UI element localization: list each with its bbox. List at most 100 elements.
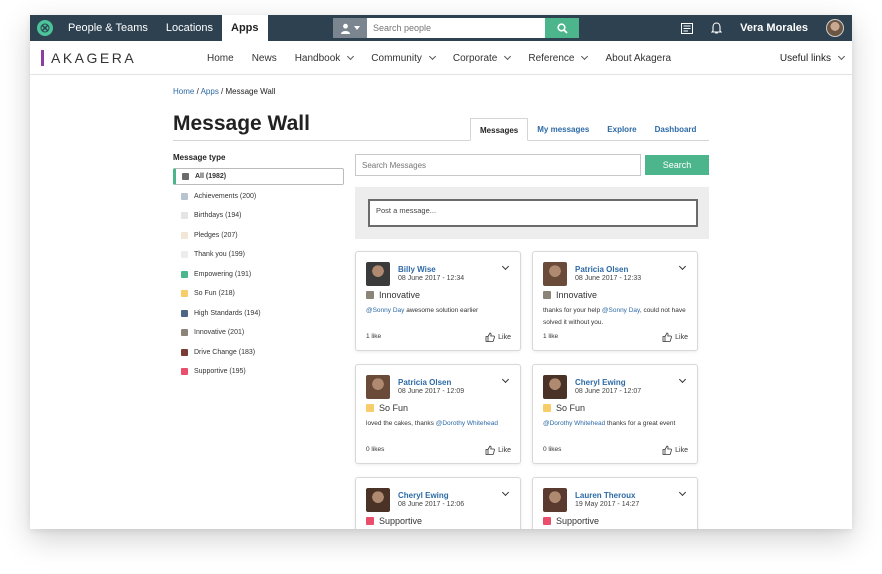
like-button[interactable]: Like (485, 445, 511, 455)
post-message-input[interactable]: Post a message... (368, 199, 698, 227)
topnav-people-teams[interactable]: People & Teams (59, 15, 157, 41)
message-text: @Sonny Day awesome solution earlier (366, 305, 514, 317)
thumbs-up-icon (485, 332, 496, 342)
chevron-down-icon[interactable] (501, 262, 510, 271)
message-date: 08 June 2017 - 12:34 (398, 275, 465, 282)
author-name[interactable]: Cheryl Ewing (398, 491, 449, 500)
nav-item-news[interactable]: News (246, 53, 283, 64)
brand-name: AKAGERA (51, 49, 137, 66)
brand-bar (41, 49, 44, 66)
search-messages-input[interactable] (355, 154, 641, 176)
filter-swatch (181, 368, 188, 375)
brand-logo[interactable]: AKAGERA (41, 49, 137, 66)
useful-links-label: Useful links (779, 52, 831, 64)
filter-swatch (181, 270, 188, 278)
author-name[interactable]: Billy Wise (398, 265, 436, 274)
filter-item[interactable]: All (1982) (173, 168, 344, 185)
search-messages-button[interactable]: Search (645, 155, 709, 175)
people-search-button[interactable] (545, 18, 579, 38)
type-label: So Fun (556, 403, 586, 413)
tab-dashboard[interactable]: Dashboard (646, 118, 706, 141)
nav-item-corporate[interactable]: Corporate (447, 53, 516, 64)
author-name[interactable]: Patricia Olsen (575, 265, 628, 274)
nav-item-label: Handbook (294, 52, 341, 64)
chevron-down-icon[interactable] (678, 488, 687, 497)
nav-item-reference[interactable]: Reference (522, 53, 593, 64)
like-button[interactable]: Like (662, 445, 688, 455)
app-logo-icon[interactable] (37, 20, 53, 36)
author-name[interactable]: Patricia Olsen (398, 378, 451, 387)
app-window: People & Teams Locations Apps Vera Moral… (30, 15, 852, 529)
filter-item[interactable]: Birthdays (194) (173, 207, 344, 224)
user-name[interactable]: Vera Morales (740, 22, 808, 34)
main-nav-items: Home News Handbook Community Corporate Refere… (201, 41, 683, 75)
nav-item-about-akagera[interactable]: About Akagera (599, 53, 677, 64)
search-type-dropdown[interactable] (333, 18, 367, 38)
top-bar: People & Teams Locations Apps Vera Moral… (30, 15, 852, 41)
nav-item-home[interactable]: Home (201, 53, 240, 64)
filter-item[interactable]: High Standards (194) (173, 305, 344, 322)
topnav-locations[interactable]: Locations (157, 15, 222, 41)
filter-item[interactable]: Achievements (200) (173, 188, 344, 205)
filter-swatch (181, 212, 188, 219)
nav-item-community[interactable]: Community (365, 53, 441, 64)
top-right-tools: Vera Morales (681, 15, 844, 41)
people-search-input[interactable] (367, 18, 545, 38)
like-label: Like (498, 446, 511, 454)
mention-link[interactable]: @Dorothy Whitehead (543, 420, 605, 427)
author-name[interactable]: Lauren Theroux (575, 491, 635, 500)
like-button[interactable]: Like (485, 332, 511, 342)
page-title: Message Wall (173, 112, 310, 135)
filter-swatch (182, 173, 189, 180)
chevron-down-icon[interactable] (501, 375, 510, 384)
type-swatch (366, 517, 374, 525)
message-text-prefix: loved the cakes, thanks (366, 420, 436, 427)
message-type: Supportive (366, 516, 422, 526)
nav-item-handbook[interactable]: Handbook (289, 53, 360, 64)
tab-my-messages[interactable]: My messages (528, 118, 598, 141)
news-icon[interactable] (681, 22, 694, 34)
author-avatar[interactable] (366, 488, 390, 512)
tab-explore[interactable]: Explore (598, 118, 645, 141)
chevron-down-icon[interactable] (678, 262, 687, 271)
author-name[interactable]: Cheryl Ewing (575, 378, 626, 387)
mention-link[interactable]: @Sonny Day (366, 307, 404, 314)
user-avatar[interactable] (826, 19, 844, 37)
type-label: Supportive (556, 516, 600, 526)
useful-links-dropdown[interactable]: Useful links (779, 41, 846, 75)
filter-item[interactable]: So Fun (218) (173, 285, 344, 302)
author-avatar[interactable] (366, 262, 390, 286)
tab-messages[interactable]: Messages (470, 118, 529, 141)
filter-item[interactable]: Innovative (201) (173, 324, 344, 341)
type-swatch (543, 404, 551, 412)
filter-item[interactable]: Drive Change (183) (173, 344, 344, 361)
message-type-filters: All (1982) Achievements (200) Birthdays (1… (173, 168, 344, 383)
filter-item[interactable]: Thank you (199) (173, 246, 344, 263)
like-button[interactable]: Like (662, 332, 688, 342)
message-date: 19 May 2017 - 14:27 (575, 501, 640, 508)
filter-item[interactable]: Pledges (207) (173, 227, 344, 244)
author-avatar[interactable] (543, 488, 567, 512)
nav-item-label: News (251, 52, 277, 64)
bell-icon[interactable] (711, 22, 723, 34)
topnav-apps[interactable]: Apps (222, 15, 268, 41)
chevron-down-icon[interactable] (501, 488, 510, 497)
filter-item[interactable]: Empowering (191) (173, 266, 344, 283)
author-avatar[interactable] (366, 375, 390, 399)
author-avatar[interactable] (543, 375, 567, 399)
filter-item[interactable]: Supportive (195) (173, 363, 344, 380)
breadcrumb-home[interactable]: Home (173, 87, 194, 96)
breadcrumb-apps[interactable]: Apps (201, 87, 219, 96)
filter-label: Thank you (199) (194, 251, 245, 258)
filter-label: Drive Change (183) (194, 348, 256, 356)
message-date: 08 June 2017 - 12:07 (575, 388, 642, 395)
filter-label: High Standards (194) (194, 309, 261, 317)
chevron-down-icon[interactable] (678, 375, 687, 384)
message-card: Lauren Theroux 19 May 2017 - 14:27 Support… (532, 477, 698, 529)
mention-link[interactable]: @Sonny Day (602, 307, 640, 314)
mention-link[interactable]: @Dorothy Whitehead (436, 420, 498, 427)
author-avatar[interactable] (543, 262, 567, 286)
chevron-down-icon (581, 52, 589, 61)
filter-label: Birthdays (194) (194, 212, 242, 219)
nav-item-label: Corporate (452, 52, 498, 64)
